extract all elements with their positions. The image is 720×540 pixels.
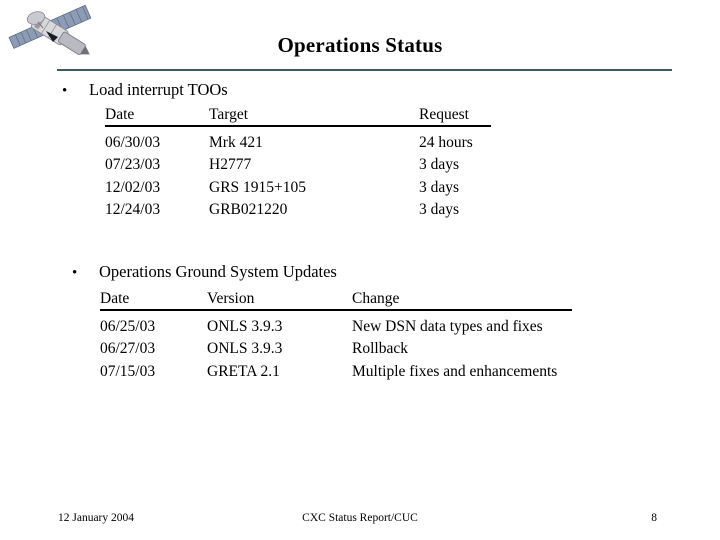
toos-table-body: 06/30/03 Mrk 421 24 hours 07/23/03 H2777… — [105, 126, 491, 218]
table-header-row: Date Target Request — [105, 107, 491, 126]
table-row: 12/02/03 GRS 1915+105 3 days — [105, 173, 491, 196]
cell-request: 3 days — [419, 156, 460, 173]
toos-table: Date Target Request 06/30/03 Mrk 421 24 … — [105, 107, 491, 218]
cell-date: 06/25/03 — [100, 317, 156, 335]
bullet-marker-icon: • — [62, 83, 68, 99]
table-row: 07/23/03 H2777 3 days — [105, 150, 491, 173]
cell-change: Multiple fixes and enhancements — [352, 362, 558, 380]
cell-date: 06/30/03 — [105, 133, 161, 151]
table-header-row: Date Version Change — [100, 291, 572, 310]
slide-footer: 12 January 2004 CXC Status Report/CUC 8 — [0, 512, 720, 532]
footer-title: CXC Status Report/CUC — [302, 512, 418, 524]
table-row: 06/25/03 ONLS 3.9.3 New DSN data types a… — [100, 310, 572, 335]
cell-change: Rollback — [352, 340, 408, 357]
table-row: 06/27/03 ONLS 3.9.3 Rollback — [100, 334, 572, 357]
column-header-request: Request — [419, 106, 469, 123]
cell-target: GRB021220 — [209, 201, 288, 218]
table-row: 07/15/03 GRETA 2.1 Multiple fixes and en… — [100, 357, 572, 380]
page-title: Operations Status — [277, 33, 443, 57]
cell-date: 12/24/03 — [105, 201, 161, 218]
table-row: 06/30/03 Mrk 421 24 hours — [105, 126, 491, 151]
bullet-marker-icon: • — [72, 265, 78, 281]
footer-page-number: 8 — [651, 512, 657, 524]
cell-target: GRS 1915+105 — [209, 178, 307, 196]
cell-request: 24 hours — [419, 133, 473, 151]
cell-date: 06/27/03 — [100, 340, 156, 357]
cell-date: 12/02/03 — [105, 178, 161, 196]
updates-table-body: 06/25/03 ONLS 3.9.3 New DSN data types a… — [100, 310, 572, 380]
title-divider — [57, 69, 672, 71]
cell-date: 07/23/03 — [105, 156, 161, 173]
table-row: 12/24/03 GRB021220 3 days — [105, 195, 491, 218]
bullet-label: Load interrupt TOOs — [89, 80, 228, 99]
column-header-date: Date — [100, 290, 130, 307]
bullet-item-operations-ground-system-updates: • Operations Ground System Updates — [72, 262, 337, 282]
cell-target: Mrk 421 — [209, 133, 263, 151]
updates-table-head: Date Version Change — [100, 291, 572, 310]
cell-target: H2777 — [209, 156, 252, 173]
cell-request: 3 days — [419, 178, 460, 196]
toos-table-head: Date Target Request — [105, 107, 491, 126]
updates-table: Date Version Change 06/25/03 ONLS 3.9.3 … — [100, 291, 572, 379]
cell-version: ONLS 3.9.3 — [207, 340, 283, 357]
slide: Operations Status • Load interrupt TOOs … — [0, 0, 720, 540]
bullet-item-load-interrupt-toos: • Load interrupt TOOs — [62, 80, 228, 100]
cell-change: New DSN data types and fixes — [352, 317, 543, 335]
column-header-version: Version — [207, 290, 255, 307]
column-header-change: Change — [352, 290, 400, 307]
bullet-label: Operations Ground System Updates — [99, 262, 337, 281]
cell-version: GRETA 2.1 — [207, 362, 280, 380]
column-header-target: Target — [209, 106, 249, 123]
cell-request: 3 days — [419, 201, 460, 218]
cell-version: ONLS 3.9.3 — [207, 317, 283, 335]
cell-date: 07/15/03 — [100, 362, 156, 380]
column-header-date: Date — [105, 106, 135, 123]
